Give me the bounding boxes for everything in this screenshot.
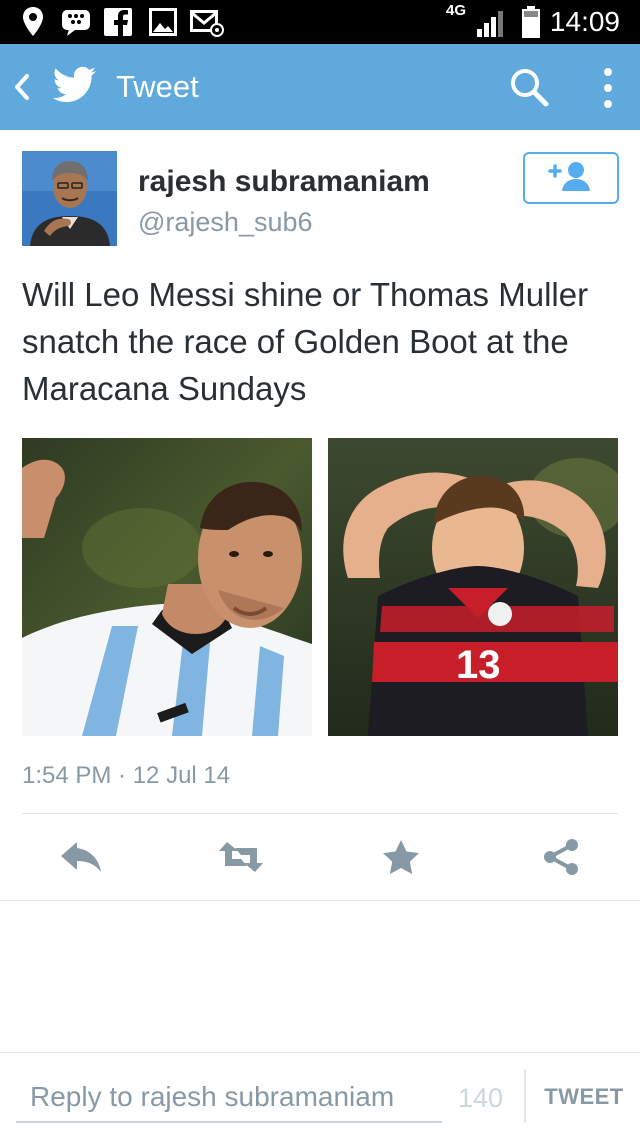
twitter-bird-icon[interactable]: [52, 66, 98, 108]
app-bar: Tweet: [0, 44, 640, 130]
app-bar-title: Tweet: [116, 69, 199, 104]
follow-button[interactable]: [523, 152, 619, 204]
back-icon[interactable]: [12, 70, 32, 104]
email-icon: [190, 6, 224, 38]
status-bar: 4G 14:09: [0, 0, 640, 44]
author-display-name[interactable]: rajesh subramaniam: [138, 164, 430, 200]
reply-separator: [524, 1069, 526, 1123]
tweet-photo-1[interactable]: [22, 438, 312, 736]
tweet-button[interactable]: TWEET: [538, 1075, 630, 1119]
reply-input[interactable]: [16, 1073, 442, 1123]
signal-icon: [474, 6, 510, 38]
tweet-text: Will Leo Messi shine or Thomas Muller sn…: [22, 276, 589, 407]
overflow-menu-icon[interactable]: [596, 66, 620, 110]
reply-icon[interactable]: [56, 834, 106, 880]
reply-bar: 140 TWEET: [0, 1052, 640, 1138]
clock: 14:09: [549, 6, 620, 37]
facebook-icon: [104, 6, 132, 38]
tweet-timestamp: 1:54 PM · 12 Jul 14: [22, 762, 231, 789]
battery-icon: [520, 6, 542, 38]
search-icon[interactable]: [508, 66, 550, 108]
divider: [0, 900, 640, 901]
location-icon: [20, 6, 46, 38]
share-icon[interactable]: [536, 834, 586, 880]
retweet-icon[interactable]: [216, 834, 266, 880]
jersey-number: 13: [456, 643, 501, 687]
bbm-icon: [60, 6, 92, 38]
author-screen-name[interactable]: @rajesh_sub6: [138, 205, 313, 239]
add-user-icon: [548, 159, 594, 198]
gallery-icon: [148, 6, 178, 38]
avatar[interactable]: [22, 151, 117, 246]
network-type-label: 4G: [446, 2, 467, 19]
character-counter: 140: [458, 1083, 504, 1113]
favorite-icon[interactable]: [376, 834, 426, 880]
divider: [22, 813, 618, 814]
tweet-photo-2[interactable]: 13: [328, 438, 618, 736]
